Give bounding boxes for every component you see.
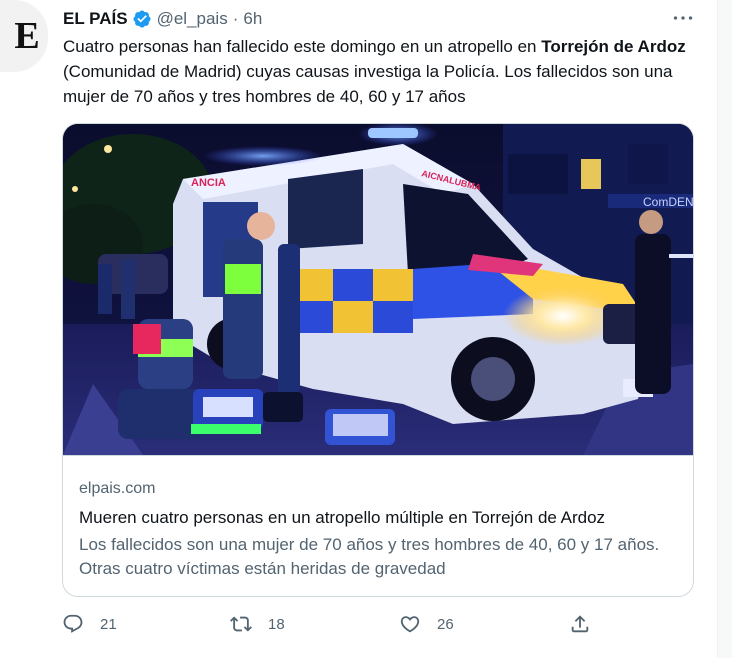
- author-name[interactable]: EL PAÍS: [63, 9, 128, 29]
- retweet-count: 18: [268, 615, 285, 633]
- reply-button[interactable]: 21: [62, 612, 117, 636]
- tweet-text-location: Torrejón de Ardoz: [541, 37, 686, 56]
- link-card[interactable]: ComDENT: [62, 123, 694, 597]
- tweet-text-part-1: Cuatro personas han fallecido este domin…: [63, 37, 542, 56]
- card-image[interactable]: ComDENT: [63, 124, 693, 455]
- like-count: 26: [437, 615, 454, 633]
- like-icon: [400, 616, 420, 633]
- verified-badge-icon: [132, 9, 152, 29]
- tweet-header: EL PAÍS @el_pais · 6h: [63, 7, 262, 31]
- card-divider: [63, 455, 693, 456]
- retweet-button[interactable]: 18: [230, 612, 285, 636]
- reply-count: 21: [100, 615, 117, 633]
- scrollbar-track[interactable]: [717, 0, 732, 658]
- image-ambulance-side-text: ANCIA: [191, 177, 226, 189]
- share-icon: [571, 615, 589, 633]
- image-shop-sign-text: ComDENT: [643, 195, 693, 209]
- card-domain: elpais.com: [79, 480, 156, 497]
- reply-icon: [63, 614, 83, 633]
- tweet-actions: 21 18 26: [62, 612, 602, 636]
- tweet-text-part-2: (Comunidad de Madrid) cuyas causas inves…: [63, 62, 673, 106]
- tweet[interactable]: E EL PAÍS @el_pais · 6h Cuatro personas …: [0, 0, 716, 658]
- ambulance-scene-image: ComDENT: [63, 124, 693, 455]
- card-description: Los fallecidos son una mujer de 70 años …: [79, 535, 660, 578]
- retweet-icon: [230, 616, 252, 632]
- card-title[interactable]: Mueren cuatro personas en un atropello m…: [79, 506, 679, 530]
- tweet-text: Cuatro personas han fallecido este domin…: [63, 34, 703, 109]
- separator-dot: ·: [232, 9, 239, 28]
- more-options-icon[interactable]: [670, 8, 696, 28]
- like-button[interactable]: 26: [399, 612, 454, 636]
- author-handle[interactable]: @el_pais: [157, 9, 228, 29]
- avatar-logo: E: [14, 15, 40, 57]
- avatar[interactable]: E: [0, 0, 48, 72]
- timestamp[interactable]: 6h: [243, 9, 262, 29]
- share-button[interactable]: [569, 612, 591, 636]
